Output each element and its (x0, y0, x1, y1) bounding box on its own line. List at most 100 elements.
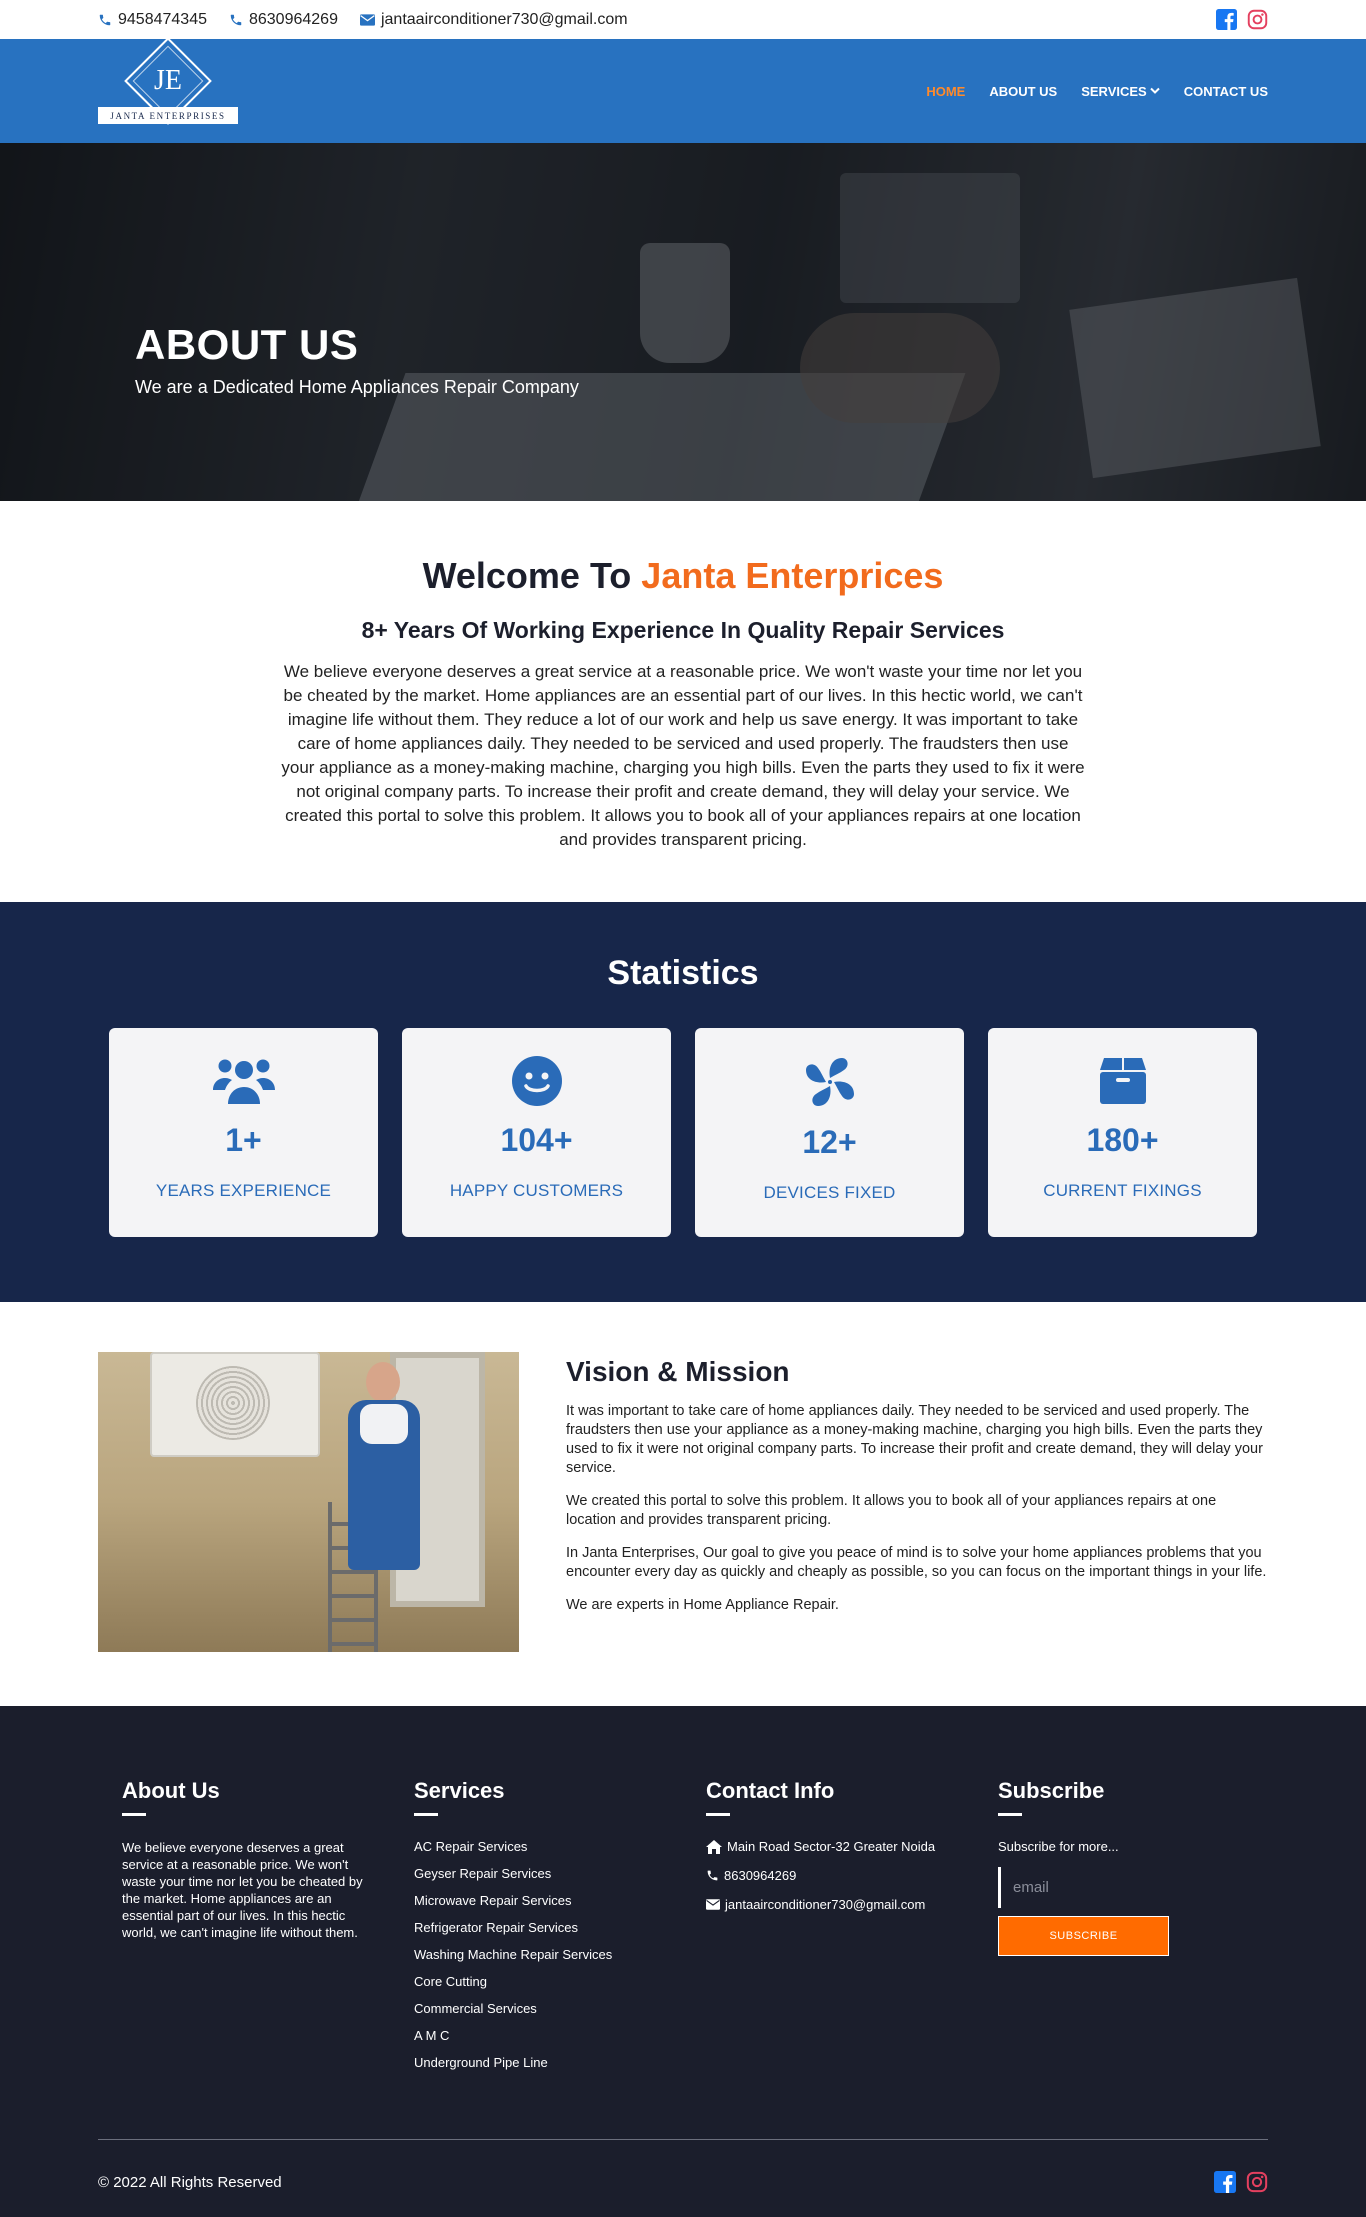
email-address: jantaairconditioner730@gmail.com (380, 10, 628, 28)
phone-icon (98, 13, 112, 27)
footer-service-link[interactable]: Geyser Repair Services (414, 1866, 706, 1881)
home-icon (706, 1839, 722, 1854)
welcome-title: Welcome To Janta Enterprices (0, 555, 1366, 597)
stat-value-customers: 104+ (500, 1122, 573, 1158)
facebook-icon[interactable] (1214, 2171, 1236, 2193)
stat-card-years: 1+ YEARS EXPERIENCE (109, 1028, 378, 1237)
footer-subscribe-text: Subscribe for more... (998, 1839, 1119, 1854)
footer-address: Main Road Sector-32 Greater Noida (706, 1839, 998, 1854)
nav-about-label: ABOUT US (989, 83, 1058, 99)
technician-ac-image (98, 1352, 519, 1652)
statistics-section: Statistics 1+ YEARS EXPERIENCE 104+ HAPP… (0, 902, 1366, 1302)
hero-content: ABOUT US We are a Dedicated Home Applian… (135, 321, 579, 398)
logo-brand-text: JANTA ENTERPRISES (98, 107, 238, 124)
footer-subscribe: Subscribe Subscribe for more... SUBSCRIB… (998, 1778, 1290, 2082)
vision-paragraph-1: It was important to take care of home ap… (566, 1403, 1263, 1476)
vision-paragraph-2: We created this portal to solve this pro… (566, 1493, 1217, 1528)
footer-service-link[interactable]: A M C (414, 2028, 706, 2043)
stat-value-devices: 12+ (802, 1124, 857, 1160)
footer-services-title: Services (414, 1778, 505, 1803)
stat-cards: 1+ YEARS EXPERIENCE 104+ HAPPY CUSTOMERS… (0, 1028, 1366, 1237)
vision-title: Vision & Mission (566, 1356, 790, 1387)
footer-email[interactable]: jantaairconditioner730@gmail.com (706, 1897, 998, 1912)
chevron-down-icon (1150, 87, 1160, 95)
image-ac-fan-grill (196, 1366, 270, 1440)
footer-services: Services AC Repair Services Geyser Repai… (414, 1778, 706, 2082)
hero-title: ABOUT US (135, 321, 359, 368)
envelope-icon (359, 13, 375, 26)
vision-paragraph-3: In Janta Enterprises, Our goal to give y… (566, 1545, 1267, 1580)
subscribe-button[interactable]: SUBSCRIBE (998, 1916, 1169, 1956)
welcome-title-prefix: Welcome To (422, 555, 632, 596)
email-link[interactable]: jantaairconditioner730@gmail.com (359, 10, 628, 29)
top-socials (1216, 9, 1268, 30)
footer-service-link[interactable]: Core Cutting (414, 1974, 706, 1989)
subscribe-email-input[interactable] (998, 1867, 1169, 1908)
image-technician-shirt (360, 1404, 408, 1444)
stat-card-devices: 12+ DEVICES FIXED (695, 1028, 964, 1237)
instagram-icon[interactable] (1246, 2171, 1268, 2193)
statistics-title: Statistics (607, 954, 759, 992)
phone-icon (229, 13, 243, 27)
nav-contact-label: CONTACT US (1183, 83, 1268, 99)
nav-menu: HOME ABOUT US SERVICES CONTACT US (926, 84, 1268, 99)
copyright-text: © 2022 All Rights Reserved (98, 2173, 282, 2191)
footer-about-title: About Us (122, 1778, 220, 1803)
welcome-subtitle: 8+ Years Of Working Experience In Qualit… (361, 617, 1005, 643)
nav-about-us[interactable]: ABOUT US (989, 84, 1057, 99)
footer-email-text: jantaairconditioner730@gmail.com (725, 1897, 926, 1912)
nav-services[interactable]: SERVICES (1081, 84, 1160, 99)
stat-label-devices: DEVICES FIXED (763, 1183, 896, 1202)
logo[interactable]: JE JANTA ENTERPRISES (98, 37, 238, 137)
top-contacts: 9458474345 8630964269 jantaairconditione… (98, 11, 628, 29)
footer-address-text: Main Road Sector-32 Greater Noida (727, 1839, 936, 1854)
vision-text: Vision & Mission It was important to tak… (566, 1352, 1268, 1652)
footer-columns: About Us We believe everyone deserves a … (0, 1706, 1366, 2082)
stat-label-fixings: CURRENT FIXINGS (1043, 1181, 1202, 1200)
facebook-icon[interactable] (1216, 9, 1237, 30)
stat-card-fixings: 180+ CURRENT FIXINGS (988, 1028, 1257, 1237)
stat-label-years: YEARS EXPERIENCE (155, 1181, 332, 1200)
phone-icon (706, 1869, 719, 1882)
stat-value-years: 1+ (225, 1122, 262, 1158)
footer-service-link[interactable]: Microwave Repair Services (414, 1893, 706, 1908)
stat-card-customers: 104+ HAPPY CUSTOMERS (402, 1028, 671, 1237)
box-icon (1099, 1056, 1146, 1106)
hero-banner: ABOUT US We are a Dedicated Home Applian… (0, 143, 1366, 501)
phone-link-1[interactable]: 9458474345 (98, 11, 207, 29)
footer-about-text: We believe everyone deserves a great ser… (122, 1840, 363, 1940)
footer-service-link[interactable]: Commercial Services (414, 2001, 706, 2016)
instagram-icon[interactable] (1247, 9, 1268, 30)
nav-contact-us[interactable]: CONTACT US (1184, 84, 1268, 99)
footer-services-list: AC Repair Services Geyser Repair Service… (414, 1839, 706, 2070)
footer-phone-text: 8630964269 (724, 1868, 797, 1883)
footer-title-underline (706, 1813, 730, 1816)
phone-link-2[interactable]: 8630964269 (229, 11, 338, 29)
footer-socials (1214, 2171, 1268, 2193)
footer-service-link[interactable]: Underground Pipe Line (414, 2055, 706, 2070)
users-icon (212, 1056, 275, 1106)
nav-home-label: HOME (926, 83, 966, 99)
footer-title-underline (998, 1813, 1022, 1816)
footer-about: About Us We believe everyone deserves a … (122, 1778, 414, 2082)
footer-service-link[interactable]: Refrigerator Repair Services (414, 1920, 706, 1935)
footer-contact-title: Contact Info (706, 1778, 835, 1803)
hero-subtitle: We are a Dedicated Home Appliances Repai… (135, 377, 579, 397)
phone-number-1: 9458474345 (118, 10, 207, 28)
footer-bottom-bar: © 2022 All Rights Reserved (98, 2171, 1268, 2193)
footer-title-underline (122, 1813, 146, 1816)
nav-services-label: SERVICES (1081, 83, 1147, 99)
main-navbar: JE JANTA ENTERPRISES HOME ABOUT US SERVI… (0, 37, 1366, 143)
footer-subscribe-title: Subscribe (998, 1778, 1105, 1803)
footer-service-link[interactable]: AC Repair Services (414, 1839, 706, 1854)
welcome-title-accent: Janta Enterprices (641, 555, 944, 596)
fan-icon (804, 1056, 856, 1108)
footer-service-link[interactable]: Washing Machine Repair Services (414, 1947, 706, 1962)
image-technician-head (366, 1362, 400, 1402)
phone-number-2: 8630964269 (248, 10, 338, 28)
footer-title-underline (414, 1813, 438, 1816)
nav-home[interactable]: HOME (926, 84, 965, 99)
smile-icon (511, 1056, 562, 1106)
envelope-icon (706, 1899, 720, 1910)
footer-phone[interactable]: 8630964269 (706, 1868, 998, 1883)
